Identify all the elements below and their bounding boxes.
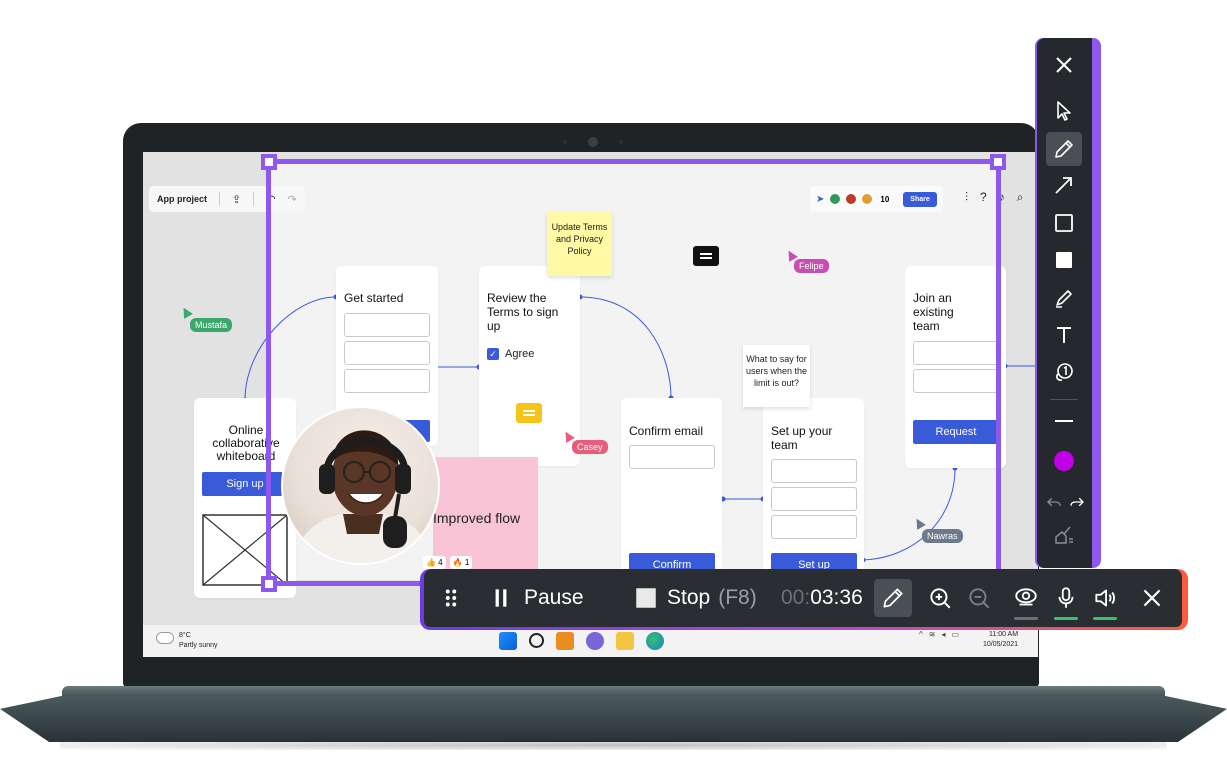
system-tray: ^ ≋ ◂ ▭ <box>919 630 959 639</box>
resize-handle-top-left[interactable] <box>261 154 277 170</box>
zoom-in-icon[interactable] <box>927 569 953 627</box>
line-width-icon[interactable] <box>1046 404 1082 438</box>
stop-hotkey: (F8) <box>718 586 757 609</box>
laptop-sensor <box>619 140 623 144</box>
draw-toggle-pencil-icon[interactable] <box>874 579 912 617</box>
resize-handle-bottom-left[interactable] <box>261 576 277 592</box>
drag-handle-icon[interactable] <box>438 569 464 627</box>
stop-button[interactable]: Stop (F8) <box>633 569 757 627</box>
pause-label: Pause <box>524 586 584 609</box>
microphone-status-indicator <box>1054 617 1078 620</box>
close-icon[interactable] <box>1046 48 1082 82</box>
close-recording-bar-icon[interactable] <box>1139 569 1165 627</box>
presenter-portrait <box>293 430 433 563</box>
timer-hours: 00: <box>781 586 811 609</box>
pencil-icon[interactable] <box>1046 132 1082 166</box>
laptop-sensor <box>563 140 567 144</box>
select-arrow-icon[interactable] <box>1046 94 1082 128</box>
cloud-icon <box>157 633 173 643</box>
text-icon[interactable] <box>1046 318 1082 352</box>
laptop-webcam <box>588 137 598 147</box>
color-picker[interactable] <box>1046 444 1082 478</box>
volume-icon[interactable]: ◂ <box>941 630 945 639</box>
filled-rectangle-icon[interactable] <box>1046 243 1082 277</box>
resize-handle-top-right[interactable] <box>990 154 1006 170</box>
chevron-up-icon[interactable]: ^ <box>919 630 923 639</box>
clear-drawings-icon[interactable] <box>1046 518 1082 552</box>
taskbar-clock[interactable]: 11:00 AM 10/05/2021 <box>983 630 1018 650</box>
pause-button[interactable]: Pause <box>488 569 584 627</box>
stop-icon <box>636 588 656 608</box>
chat-app-icon[interactable] <box>586 632 604 650</box>
undo-icon[interactable] <box>1043 490 1065 514</box>
redo-icon[interactable] <box>1066 490 1088 514</box>
webcam-overlay[interactable] <box>281 406 440 565</box>
stop-label: Stop <box>667 586 711 609</box>
recording-timer: 00: 03:36 <box>781 569 863 627</box>
edge-browser-icon[interactable] <box>646 632 664 650</box>
pause-icon <box>495 589 507 607</box>
zoom-out-icon[interactable] <box>966 569 992 627</box>
arrow-line-icon[interactable] <box>1046 168 1082 202</box>
step-counter-icon[interactable] <box>1046 355 1082 389</box>
panel-divider <box>1050 399 1078 400</box>
laptop-base <box>0 686 1227 752</box>
cursor-label: Mustafa <box>190 318 233 332</box>
highlighter-icon[interactable] <box>1046 281 1082 315</box>
search-icon[interactable] <box>529 633 544 648</box>
file-explorer-icon[interactable] <box>616 632 634 650</box>
taskbar-apps <box>499 632 664 650</box>
timer-value: 03:36 <box>810 586 863 609</box>
battery-icon[interactable]: ▭ <box>951 630 959 639</box>
store-app-icon[interactable] <box>556 632 574 650</box>
speaker-status-indicator <box>1093 617 1117 620</box>
active-color-swatch[interactable] <box>1054 451 1074 471</box>
rectangle-icon[interactable] <box>1046 206 1082 240</box>
wifi-icon[interactable]: ≋ <box>929 630 936 639</box>
webcam-status-indicator <box>1014 617 1038 620</box>
weather-widget[interactable]: 8°C Partly sunny <box>157 631 218 651</box>
windows-start-icon[interactable] <box>499 632 517 650</box>
